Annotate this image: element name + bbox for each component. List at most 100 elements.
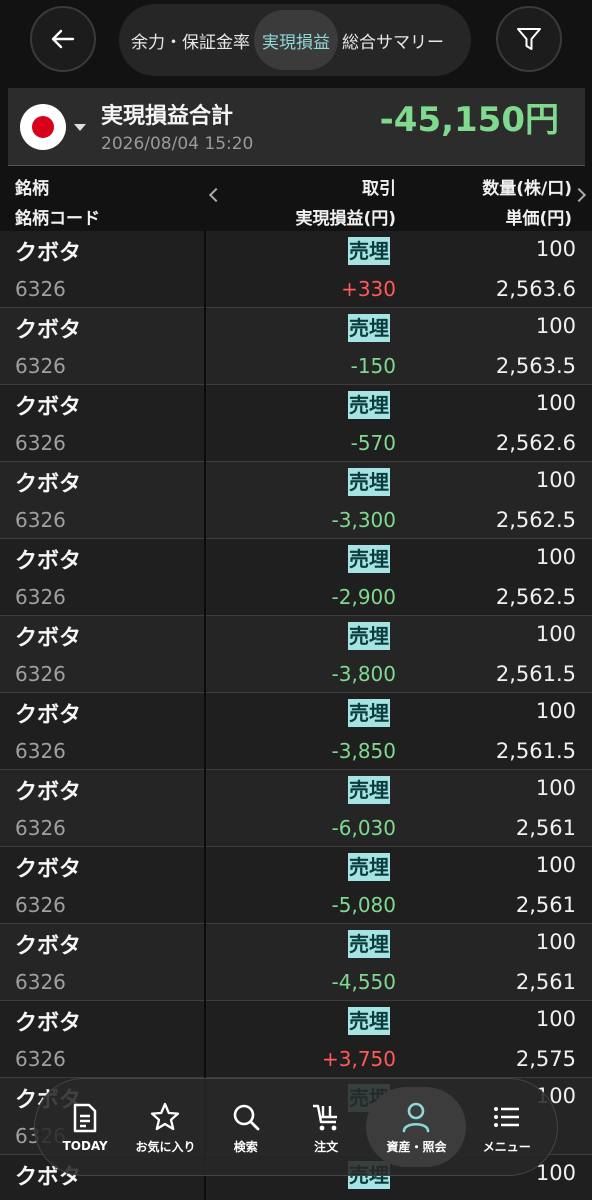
trade-type-badge: 売埋 xyxy=(348,468,390,496)
table-row[interactable]: クボタ 6326 売埋 +3,750 100 2,575 xyxy=(0,1001,592,1078)
nav-today[interactable]: TODAY xyxy=(45,1087,125,1167)
stock-code: 6326 xyxy=(15,893,66,917)
nav-label: 検索 xyxy=(233,1139,258,1154)
nav-label: お気に入り xyxy=(135,1139,196,1154)
stock-code: 6326 xyxy=(15,585,66,609)
japan-flag-icon[interactable] xyxy=(20,104,66,150)
trade-type-badge: 売埋 xyxy=(348,699,390,727)
column-divider xyxy=(204,308,206,385)
unit-price: 2,563.5 xyxy=(495,354,576,378)
tab-summary[interactable]: 総合サマリー xyxy=(338,10,448,70)
realized-pl: +330 xyxy=(341,277,396,301)
summary-total: -45,150円 xyxy=(379,100,559,140)
stock-name: クボタ xyxy=(15,549,82,574)
filter-button[interactable] xyxy=(496,6,562,72)
back-button[interactable] xyxy=(30,6,96,72)
unit-price: 2,561.5 xyxy=(495,662,576,686)
unit-price: 2,563.6 xyxy=(495,277,576,301)
quantity: 100 xyxy=(535,699,576,723)
nav-favorites[interactable]: お気に入り xyxy=(125,1087,205,1167)
quantity: 100 xyxy=(535,853,576,877)
quantity: 100 xyxy=(535,545,576,569)
stock-name: クボタ xyxy=(15,241,82,266)
top-bar: 余力・保証金率 実現損益 総合サマリー xyxy=(0,0,592,84)
trade-type-badge: 売埋 xyxy=(348,853,390,881)
column-header: 銘柄 銘柄コード 取引 実現損益(円) 数量(株/口) 単価(円) xyxy=(0,168,592,230)
realized-pl: -4,550 xyxy=(331,970,396,994)
table-row[interactable]: クボタ 6326 売埋 -2,900 100 2,562.5 xyxy=(0,539,592,616)
chevron-left-icon[interactable] xyxy=(208,187,224,203)
realized-pl: -3,850 xyxy=(331,739,396,763)
search-icon xyxy=(233,1104,260,1130)
column-divider xyxy=(204,539,206,616)
table-row[interactable]: クボタ 6326 売埋 -6,030 100 2,561 xyxy=(0,770,592,847)
column-divider xyxy=(204,231,206,308)
col-qty: 数量(株/口) xyxy=(482,179,572,199)
tab-margin[interactable]: 余力・保証金率 xyxy=(127,10,254,70)
table-row[interactable]: クボタ 6326 売埋 -3,850 100 2,561.5 xyxy=(0,693,592,770)
unit-price: 2,575 xyxy=(515,1047,576,1071)
quantity: 100 xyxy=(535,776,576,800)
column-divider xyxy=(204,770,206,847)
chevron-down-icon[interactable] xyxy=(74,124,86,131)
quantity: 100 xyxy=(535,1161,576,1185)
table-row[interactable]: クボタ 6326 売埋 -5,080 100 2,561 xyxy=(0,847,592,924)
table-row[interactable]: クボタ 6326 売埋 -570 100 2,562.6 xyxy=(0,385,592,462)
stock-code: 6326 xyxy=(15,816,66,840)
quantity: 100 xyxy=(535,314,576,338)
stock-name: クボタ xyxy=(15,472,82,497)
col-price: 単価(円) xyxy=(505,209,572,229)
trade-type-badge: 売埋 xyxy=(348,776,390,804)
quantity: 100 xyxy=(535,468,576,492)
nav-label: TODAY xyxy=(62,1139,108,1153)
person-icon xyxy=(403,1102,430,1132)
stock-code: 6326 xyxy=(15,354,66,378)
chevron-right-icon[interactable] xyxy=(571,187,587,203)
realized-pl: -3,800 xyxy=(331,662,396,686)
unit-price: 2,561 xyxy=(515,893,576,917)
realized-pl: -5,080 xyxy=(331,893,396,917)
summary-title: 実現損益合計 xyxy=(101,104,234,129)
col-code: 銘柄コード xyxy=(15,209,100,229)
nav-assets[interactable]: 資産・照会 xyxy=(366,1087,467,1167)
trade-type-badge: 売埋 xyxy=(348,314,390,342)
unit-price: 2,561.5 xyxy=(495,739,576,763)
pl-summary: 実現損益合計 2026/08/04 15:20 -45,150円 xyxy=(8,88,585,166)
column-divider xyxy=(204,847,206,924)
quantity: 100 xyxy=(535,622,576,646)
table-row[interactable]: クボタ 6326 売埋 +330 100 2,563.6 xyxy=(0,231,592,308)
table-row[interactable]: クボタ 6326 売埋 -3,800 100 2,561.5 xyxy=(0,616,592,693)
table-row[interactable]: クボタ 6326 売埋 -3,300 100 2,562.5 xyxy=(0,462,592,539)
stock-name: クボタ xyxy=(15,1011,82,1036)
stock-name: クボタ xyxy=(15,934,82,959)
nav-search[interactable]: 検索 xyxy=(206,1087,286,1167)
column-divider xyxy=(204,693,206,770)
trade-type-badge: 売埋 xyxy=(348,237,390,265)
table-row[interactable]: クボタ 6326 売埋 -4,550 100 2,561 xyxy=(0,924,592,1001)
quantity: 100 xyxy=(535,1007,576,1031)
quantity: 100 xyxy=(535,930,576,954)
realized-pl: -150 xyxy=(350,354,396,378)
cart-icon xyxy=(313,1104,338,1130)
realized-pl: -570 xyxy=(350,431,396,455)
segment-tabs: 余力・保証金率 実現損益 総合サマリー xyxy=(119,4,471,76)
unit-price: 2,562.6 xyxy=(495,431,576,455)
column-divider xyxy=(204,385,206,462)
stock-code: 6326 xyxy=(15,431,66,455)
stock-code: 6326 xyxy=(15,970,66,994)
menu-icon xyxy=(493,1106,519,1127)
trade-type-badge: 売埋 xyxy=(348,930,390,958)
nav-label: メニュー xyxy=(482,1139,531,1154)
nav-order[interactable]: 注文 xyxy=(286,1087,366,1167)
tab-realized-pl[interactable]: 実現損益 xyxy=(254,10,338,70)
table-row[interactable]: クボタ 6326 売埋 -150 100 2,563.5 xyxy=(0,308,592,385)
unit-price: 2,562.5 xyxy=(495,508,576,532)
column-divider xyxy=(204,616,206,693)
nav-menu[interactable]: メニュー xyxy=(467,1087,547,1167)
quantity: 100 xyxy=(535,237,576,261)
unit-price: 2,561 xyxy=(515,816,576,840)
trade-type-badge: 売埋 xyxy=(348,622,390,650)
unit-price: 2,561 xyxy=(515,970,576,994)
today-document-icon xyxy=(73,1103,97,1133)
realized-pl: -6,030 xyxy=(331,816,396,840)
